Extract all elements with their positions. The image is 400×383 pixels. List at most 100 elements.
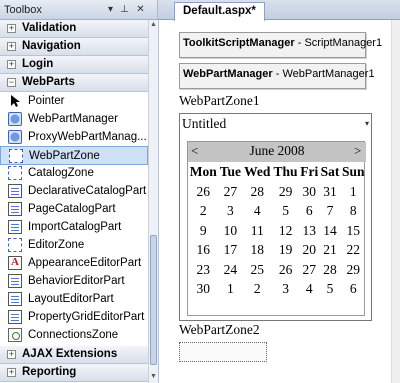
toolbox-item-behavioreditorpart[interactable]: BehaviorEditorPart (0, 272, 148, 291)
catalogzone-icon (8, 166, 22, 180)
toolbox-item-catalogzone[interactable]: CatalogZone (0, 164, 148, 183)
calendar-month: June 2008 (249, 143, 305, 158)
toolbox-item-layouteditorpart[interactable]: LayoutEditorPart (0, 290, 148, 309)
calendar-day[interactable]: 12 (272, 221, 299, 241)
toolbox-item-propertygrideditorpart[interactable]: PropertyGridEditorPart (0, 308, 148, 327)
expand-icon[interactable]: + (7, 42, 16, 51)
calendar[interactable]: June 2008 < > Mon Tue Wed Thu Fri Sat Su (187, 141, 366, 316)
calendar-day[interactable]: 24 (218, 260, 242, 280)
category-validation[interactable]: + Validation (0, 20, 148, 38)
calendar-day[interactable]: 19 (272, 241, 299, 261)
next-month-icon[interactable]: > (354, 143, 361, 159)
calendar-day[interactable]: 4 (299, 280, 319, 300)
weekday-header: Sun (342, 164, 365, 179)
close-icon[interactable]: ✕ (134, 3, 147, 16)
calendar-day[interactable]: 28 (242, 182, 272, 202)
tab-default-aspx[interactable]: Default.aspx* (174, 2, 265, 21)
calendar-day[interactable]: 3 (272, 280, 299, 300)
calendar-day[interactable]: 26 (272, 260, 299, 280)
calendar-day[interactable]: 13 (299, 221, 319, 241)
scrollbar-thumb[interactable] (150, 235, 157, 365)
calendar-day[interactable]: 5 (272, 202, 299, 222)
calendar-day[interactable]: 17 (218, 241, 242, 261)
behavioreditorpart-icon (8, 274, 22, 288)
webpart-zone-1[interactable]: Untitled ▾ June 2008 < > Mon Tue Wed Thu (179, 113, 372, 321)
verbs-menu-icon[interactable]: ▾ (365, 119, 369, 128)
collapse-icon[interactable]: − (7, 78, 16, 87)
calendar-day[interactable]: 30 (299, 182, 319, 202)
category-login[interactable]: + Login (0, 56, 148, 74)
toolbox-item-importcatalogpart[interactable]: ImportCatalogPart (0, 218, 148, 237)
calendar-day[interactable]: 1 (341, 182, 366, 202)
calendar-day[interactable]: 2 (242, 280, 272, 300)
design-surface[interactable]: ToolkitScriptManager - ScriptManager1 We… (158, 20, 400, 383)
expand-icon[interactable]: + (7, 350, 16, 359)
toolbox-item-proxywebpartmanager[interactable]: ProxyWebPartManag... (0, 128, 148, 147)
category-reporting[interactable]: + Reporting (0, 364, 148, 382)
calendar-day[interactable]: 25 (242, 260, 272, 280)
category-label: Navigation (22, 40, 81, 52)
calendar-day[interactable]: 22 (341, 241, 366, 261)
calendar-day[interactable]: 5 (319, 280, 340, 300)
zone2-label: WebPartZone2 (179, 322, 260, 337)
calendar-day[interactable]: 4 (242, 202, 272, 222)
pin-icon[interactable]: ⊥ (118, 3, 131, 16)
calendar-day[interactable]: 28 (319, 260, 340, 280)
calendar-day[interactable]: 20 (299, 241, 319, 261)
toolbox-item-label: WebPartZone (29, 150, 100, 162)
calendar-day[interactable]: 8 (341, 202, 366, 222)
calendar-day[interactable]: 27 (299, 260, 319, 280)
toolbox-item-editorzone[interactable]: EditorZone (0, 236, 148, 255)
calendar-day[interactable]: 11 (242, 221, 272, 241)
category-label: AJAX Extensions (22, 348, 118, 360)
toolbox-item-appearanceeditorpart[interactable]: AppearanceEditorPart (0, 254, 148, 273)
calendar-day[interactable]: 6 (299, 202, 319, 222)
design-surface-scrollbar[interactable] (391, 20, 400, 383)
calendar-header: June 2008 < > (188, 142, 366, 162)
category-webparts[interactable]: − WebParts (0, 74, 148, 92)
toolbox-item-label: Pointer (28, 95, 65, 107)
calendar-day[interactable]: 15 (341, 221, 366, 241)
category-navigation[interactable]: + Navigation (0, 38, 148, 56)
webpart-manager[interactable]: WebPartManager - WebPartManager1 (179, 63, 375, 89)
calendar-day[interactable]: 14 (319, 221, 340, 241)
calendar-day[interactable]: 26 (188, 182, 218, 202)
dropdown-icon[interactable]: ▾ (104, 3, 117, 16)
expand-icon[interactable]: + (7, 368, 16, 377)
expand-icon[interactable]: + (7, 60, 16, 69)
calendar-day[interactable]: 18 (242, 241, 272, 261)
calendar-day[interactable]: 31 (319, 182, 340, 202)
toolbox-item-connectionszone[interactable]: ConnectionsZone (0, 326, 148, 345)
calendar-day[interactable]: 2 (188, 202, 218, 222)
webpart-zone-2[interactable] (179, 342, 267, 362)
calendar-day[interactable]: 30 (188, 280, 218, 300)
calendar-day[interactable]: 7 (319, 202, 340, 222)
toolbox-item-declarativecatalogpart[interactable]: DeclarativeCatalogPart (0, 182, 148, 201)
calendar-day[interactable]: 10 (218, 221, 242, 241)
scroll-down-icon[interactable]: ▼ (149, 372, 158, 382)
calendar-day[interactable]: 1 (218, 280, 242, 300)
scroll-up-icon[interactable]: ▲ (149, 20, 158, 30)
calendar-day[interactable]: 9 (188, 221, 218, 241)
toolbox-item-label: ProxyWebPartManag... (28, 131, 147, 143)
toolbox-titlebar: Toolbox ▾ ⊥ ✕ (0, 0, 157, 20)
calendar-day[interactable]: 23 (188, 260, 218, 280)
calendar-day[interactable]: 6 (341, 280, 366, 300)
calendar-day[interactable]: 29 (341, 260, 366, 280)
appearanceeditorpart-icon (8, 256, 22, 270)
calendar-day[interactable]: 29 (272, 182, 299, 202)
prev-month-icon[interactable]: < (191, 143, 198, 159)
category-ajax-extensions[interactable]: + AJAX Extensions (0, 346, 148, 364)
toolbox-item-webpartzone[interactable]: WebPartZone (0, 146, 148, 165)
toolkit-script-manager[interactable]: ToolkitScriptManager - ScriptManager1 (179, 32, 382, 58)
calendar-day[interactable]: 16 (188, 241, 218, 261)
expand-icon[interactable]: + (7, 24, 16, 33)
calendar-day[interactable]: 3 (218, 202, 242, 222)
toolbox-item-webpartmanager[interactable]: WebPartManager (0, 110, 148, 129)
toolbox-item-pointer[interactable]: Pointer (0, 92, 148, 111)
calendar-week-row: 30 1 2 3 4 5 6 (188, 280, 366, 300)
toolbox-scrollbar[interactable]: ▲ ▼ (148, 20, 158, 383)
calendar-day[interactable]: 21 (319, 241, 340, 261)
calendar-day[interactable]: 27 (218, 182, 242, 202)
toolbox-item-pagecatalogpart[interactable]: PageCatalogPart (0, 200, 148, 219)
